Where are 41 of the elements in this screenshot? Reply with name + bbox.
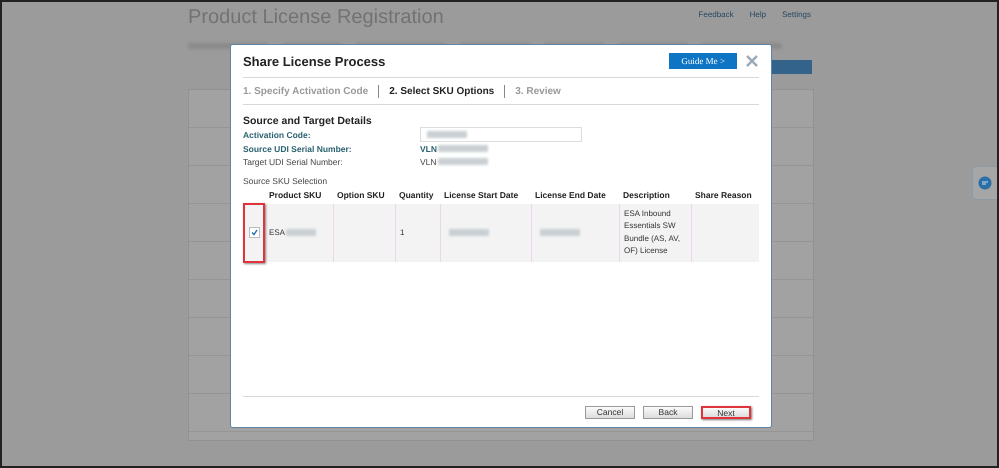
redacted-text — [438, 145, 488, 152]
serial-number: VLN — [420, 144, 437, 154]
wizard-step[interactable]: 1. Specify Activation Code — [243, 86, 378, 96]
column-header: Quantity — [398, 190, 434, 200]
chat-icon — [978, 176, 992, 190]
column-header: Description — [622, 190, 671, 200]
redacted-text — [286, 229, 316, 236]
detail-label: Target UDI Serial Number: — [243, 156, 344, 166]
redacted-text — [427, 131, 467, 138]
table-cell: ESA Inbound Essentials SW Bundle (AS, AV, OF) License — [619, 204, 691, 262]
wizard-step[interactable]: 2. Select SKU Options — [379, 86, 504, 96]
close-icon — [745, 54, 759, 68]
table-cell: ESA — [269, 228, 286, 238]
dialog-button[interactable]: Next — [701, 406, 751, 418]
guide-button[interactable]: Guide Me > — [669, 53, 737, 69]
header-link[interactable]: Help — [750, 10, 766, 19]
activation-code-field[interactable] — [420, 127, 582, 142]
close-button[interactable] — [745, 54, 759, 68]
redacted-text — [540, 229, 580, 236]
dialog-button[interactable]: Back — [643, 406, 693, 418]
table-caption: Source SKU Selection — [243, 176, 328, 186]
detail-label: Activation Code: — [243, 130, 312, 140]
checkmark-icon — [250, 229, 258, 236]
column-header: License Start Date — [443, 190, 520, 200]
redacted-text — [438, 158, 488, 165]
table-cell: 1 — [395, 204, 440, 262]
dialog-title: Share License Process — [243, 54, 386, 68]
dialog-button[interactable]: Cancel — [585, 406, 635, 418]
checkbox[interactable] — [248, 227, 260, 238]
redacted-text — [449, 229, 489, 236]
wizard-step[interactable]: 3. Review — [505, 86, 571, 96]
column-header: Product SKU — [268, 190, 322, 200]
section-title: Source and Target Details — [243, 115, 373, 127]
serial-number: VLN — [420, 156, 437, 166]
column-header: Option SKU — [336, 190, 386, 200]
detail-label: Source UDI Serial Number: — [243, 144, 353, 154]
column-header: Share Reason — [694, 190, 753, 200]
column-header: License End Date — [534, 190, 607, 200]
header-link[interactable]: Settings — [782, 10, 811, 19]
header-link[interactable]: Feedback — [698, 10, 734, 19]
chat-button[interactable] — [972, 166, 997, 200]
